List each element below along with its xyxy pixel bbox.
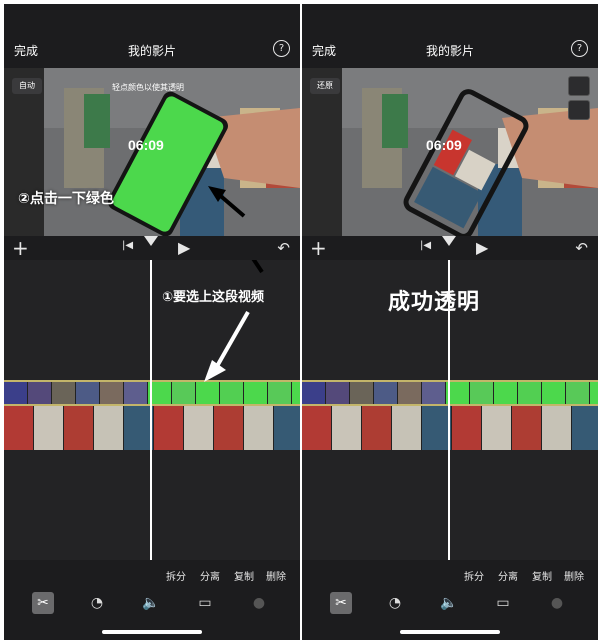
plus-icon[interactable]: + [310,236,327,260]
undo-icon[interactable]: ↶ [575,236,588,260]
filter-icon[interactable]: ● [248,592,270,614]
overlay-clip-track[interactable] [4,380,300,406]
revert-button[interactable]: 还原 [310,78,340,94]
tap-color-hint: 轻点颜色以使其透明 [112,83,184,92]
plus-icon[interactable]: + [12,236,29,260]
home-indicator [400,630,500,634]
delete-button[interactable]: 删除 [266,568,286,583]
tool-icon-bar: ✂ ◔ 🔈 ▭ ● [302,592,598,616]
crop-frame-icon[interactable] [568,100,590,120]
title-layout-icon[interactable]: ▭ [492,592,514,614]
success-annotation: 成功透明 [388,290,481,315]
split-button[interactable]: 拆分 [166,568,186,583]
playhead-marker [144,236,158,246]
video-preview[interactable]: 06:09 自动 轻点颜色以使其透明 ②点击一下绿色 [4,68,300,236]
scissors-icon[interactable]: ✂ [330,592,352,614]
scissors-icon[interactable]: ✂ [32,592,54,614]
playhead-line [150,260,152,560]
timeline[interactable]: 成功透明 [302,260,598,560]
delete-button[interactable]: 删除 [564,568,584,583]
speedometer-icon[interactable]: ◔ [384,592,406,614]
project-title: 我的影片 [425,44,474,58]
adjust-sliders-icon[interactable] [568,76,590,96]
duplicate-button[interactable]: 复制 [234,568,254,583]
title-layout-icon[interactable]: ▭ [194,592,216,614]
editor-panel-right: 完成 我的影片 ? 06:09 还原 + |◀ ▶ ↶ 成功透明 拆分 分离 复… [302,4,598,640]
main-clip-track[interactable] [302,406,598,450]
top-bar: 完成 我的影片 ? [302,4,598,68]
timeline-controls: + |◀ ▶ ↶ [4,236,300,260]
volume-icon[interactable]: 🔈 [438,592,460,614]
volume-icon[interactable]: 🔈 [140,592,162,614]
undo-icon[interactable]: ↶ [277,236,290,260]
editor-panel-left: 完成 我的影片 ? 06:09 自动 轻点颜色以使其透明 ②点击一下绿色 + |… [4,4,300,640]
detach-button[interactable]: 分离 [498,568,518,583]
timeline-controls: + |◀ ▶ ↶ [302,236,598,260]
step-2-annotation: ②点击一下绿色 [18,191,114,207]
skip-to-start-icon[interactable]: |◀ [420,240,431,251]
auto-button[interactable]: 自动 [12,78,42,94]
action-bar: 拆分 分离 复制 删除 ✂ ◔ 🔈 ▭ ● [4,560,300,640]
phone-clock: 06:09 [426,137,462,153]
play-icon[interactable]: ▶ [476,236,488,260]
help-icon[interactable]: ? [571,40,588,57]
split-button[interactable]: 拆分 [464,568,484,583]
preview-image: 06:09 [4,68,300,236]
playhead-marker [442,236,456,246]
timeline[interactable]: ①要选上这段视频 [4,260,300,560]
filter-icon[interactable]: ● [546,592,568,614]
help-icon[interactable]: ? [273,40,290,57]
overlay-clip-track[interactable] [302,380,598,406]
phone-clock: 06:09 [128,137,164,153]
play-icon[interactable]: ▶ [178,236,190,260]
detach-button[interactable]: 分离 [200,568,220,583]
project-title: 我的影片 [127,44,176,58]
tool-icon-bar: ✂ ◔ 🔈 ▭ ● [4,592,300,616]
duplicate-button[interactable]: 复制 [532,568,552,583]
main-clip-track[interactable] [4,406,300,450]
preview-image: 06:09 [302,68,598,236]
top-bar: 完成 我的影片 ? [4,4,300,68]
skip-to-start-icon[interactable]: |◀ [122,240,133,251]
step-1-annotation: ①要选上这段视频 [162,290,265,305]
video-preview[interactable]: 06:09 还原 [302,68,598,236]
action-bar: 拆分 分离 复制 删除 ✂ ◔ 🔈 ▭ ● [302,560,598,640]
speedometer-icon[interactable]: ◔ [86,592,108,614]
home-indicator [102,630,202,634]
